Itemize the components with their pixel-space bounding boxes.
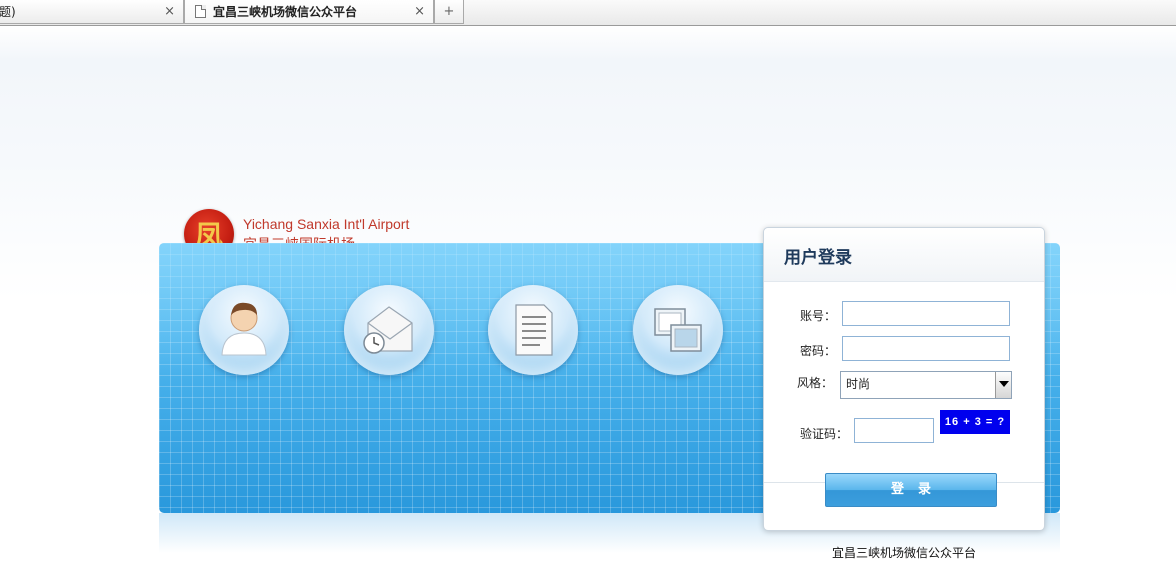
new-tab-button[interactable]: + — [434, 0, 464, 24]
password-label: 密码： — [800, 344, 837, 358]
style-select[interactable]: 时尚 — [840, 371, 1012, 399]
tab-title: 宜昌三峡机场微信公众平台 — [213, 5, 358, 19]
footer-text: 宜昌三峡机场微信公众平台 — [831, 546, 976, 560]
windows-icon — [633, 285, 723, 375]
logo-english-name: Yichang Sanxia Int'l Airport — [243, 216, 410, 232]
captcha-input[interactable] — [854, 418, 934, 443]
mail-clock-icon — [344, 285, 434, 375]
tab-title: 题) — [0, 5, 16, 19]
captcha-label: 验证码： — [800, 427, 849, 441]
style-label: 风格： — [797, 376, 834, 390]
captcha-image[interactable]: 16 + 3 = ? — [940, 410, 1010, 434]
login-title: 用户登录 — [784, 248, 852, 268]
login-button[interactable]: 登录 — [825, 473, 997, 507]
account-label: 账号： — [800, 309, 837, 323]
browser-tab-bar: 题) × 宜昌三峡机场微信公众平台 × + — [0, 0, 1176, 26]
login-panel: 用户登录 账号： 密码： 风格： 时尚 验证码： 16 + 3 = ? 登录 — [763, 227, 1045, 531]
login-header: 用户登录 — [764, 228, 1044, 282]
chevron-down-icon[interactable] — [995, 372, 1011, 398]
style-select-value: 时尚 — [846, 377, 871, 391]
browser-tab-previous[interactable]: 题) × — [0, 0, 184, 24]
close-tab-icon[interactable]: × — [164, 0, 175, 24]
page-icon — [195, 5, 206, 18]
password-input[interactable] — [842, 336, 1010, 361]
user-icon — [199, 285, 289, 375]
document-icon — [488, 285, 578, 375]
close-tab-icon[interactable]: × — [414, 0, 425, 24]
account-input[interactable] — [842, 301, 1010, 326]
browser-tab-active[interactable]: 宜昌三峡机场微信公众平台 × — [184, 0, 434, 24]
